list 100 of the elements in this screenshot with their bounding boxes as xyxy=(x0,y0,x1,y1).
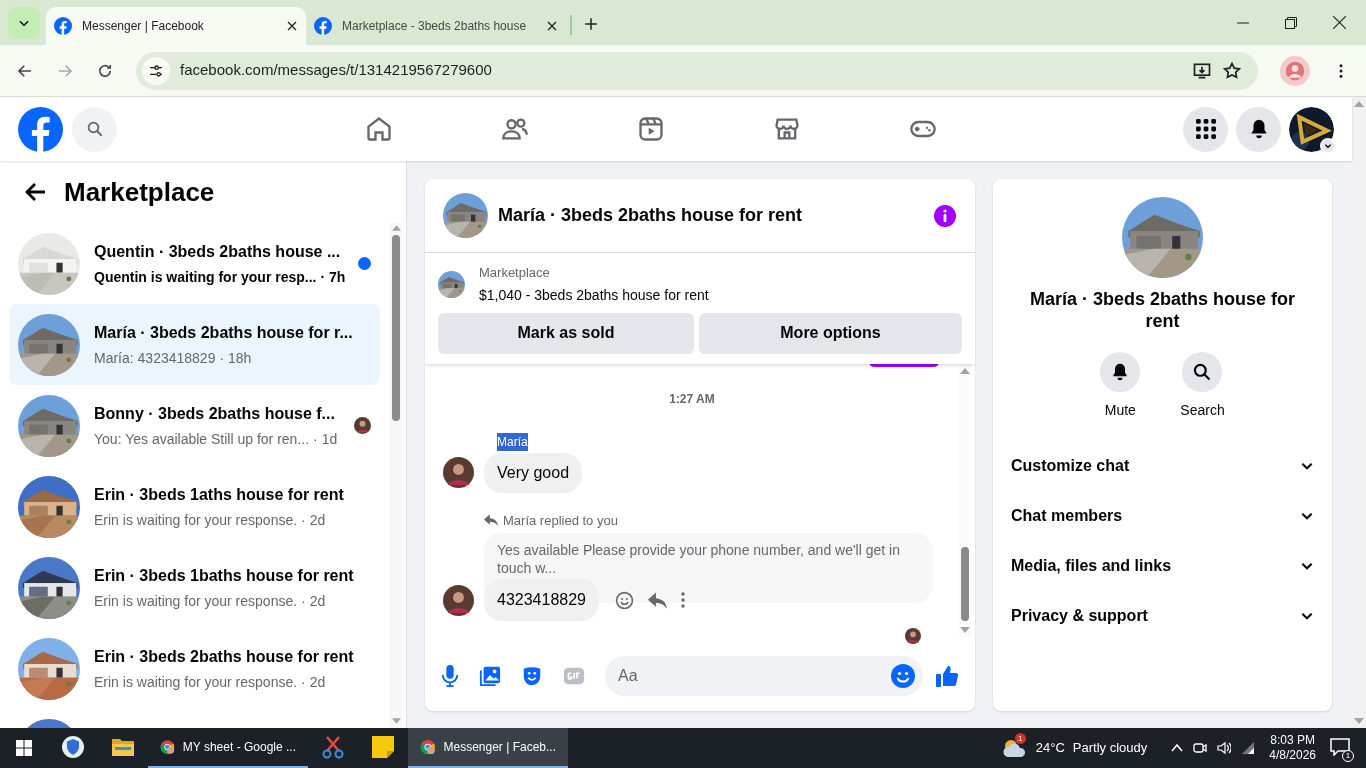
taskbar-app[interactable]: MY sheet - Google ... xyxy=(148,728,308,768)
message-preview: Erin is waiting for your response. xyxy=(94,672,298,692)
conversation-title: Erin · 3beds 2baths house for rent xyxy=(94,646,355,667)
search-icon xyxy=(1192,362,1213,382)
reply-icon xyxy=(484,514,498,527)
profile-button[interactable] xyxy=(1280,55,1310,86)
menu-button[interactable] xyxy=(1183,106,1228,152)
notification-icon[interactable] xyxy=(1330,738,1350,756)
person-icon xyxy=(1285,60,1305,81)
notification-count: 1 xyxy=(1342,750,1354,762)
conversation-item[interactable]: Erin · 3beds 2baths house for rent Erin is waiting for your response. · 2d xyxy=(9,628,380,709)
conversation-item[interactable]: María · 3beds 2baths house for r... María: 4323418829 · 18h xyxy=(9,304,380,385)
folder-icon[interactable] xyxy=(111,736,135,758)
page-scrollbar[interactable] xyxy=(1352,97,1366,728)
message-time: · 1d xyxy=(313,429,338,449)
action-button[interactable]: More options xyxy=(699,312,962,354)
mute-button[interactable] xyxy=(1100,352,1141,392)
home-icon[interactable] xyxy=(365,115,393,143)
info-icon[interactable] xyxy=(933,203,957,228)
chevron-up-icon[interactable] xyxy=(1171,742,1184,754)
volume-icon[interactable] xyxy=(1217,741,1232,755)
facebook-logo-icon[interactable] xyxy=(18,106,63,152)
url-text: facebook.com/messages/t/1314219567279600 xyxy=(180,60,493,81)
notifications-button[interactable] xyxy=(1236,106,1281,152)
app-title: MY sheet - Google ... xyxy=(182,739,296,756)
scroll-up-icon xyxy=(960,367,970,374)
scrollbar[interactable] xyxy=(959,363,971,637)
emoji-icon[interactable] xyxy=(615,590,634,610)
sticker-icon[interactable] xyxy=(521,665,543,687)
star-icon[interactable] xyxy=(1222,60,1242,81)
message-bubble: Very good xyxy=(484,452,583,493)
close-icon[interactable] xyxy=(1333,16,1346,29)
section-header[interactable]: Chat members xyxy=(1001,491,1324,541)
scroll-down-icon xyxy=(960,627,970,633)
conversation-item[interactable]: Erin · 3beds 1baths house for rent Erin is waiting for your response. · 2d xyxy=(9,547,380,628)
weather-badge: 1 xyxy=(1014,733,1026,744)
section-header[interactable]: Privacy & support xyxy=(1001,591,1324,641)
windows-icon[interactable] xyxy=(16,740,32,756)
close-icon[interactable] xyxy=(546,20,558,32)
read-receipt-avatar xyxy=(905,628,921,644)
new-tab-icon[interactable] xyxy=(584,17,598,31)
conversation-title: Erin · 3beds 1baths house for rent xyxy=(94,565,355,586)
scroll-thumb[interactable] xyxy=(392,235,400,421)
scissors-icon[interactable] xyxy=(322,735,344,759)
scrollbar[interactable] xyxy=(390,223,402,728)
scroll-thumb[interactable] xyxy=(961,547,969,621)
section-title: Media, files and links xyxy=(1011,556,1173,576)
browser-tab[interactable]: Marketplace - 3beds 2baths house xyxy=(306,7,566,45)
message-preview: María: 4323418829 xyxy=(94,348,216,368)
search-button[interactable] xyxy=(1182,352,1223,392)
wifi-icon[interactable] xyxy=(1241,741,1256,755)
sender-name: María xyxy=(497,432,528,451)
browser-tab[interactable]: Messenger | Facebook xyxy=(46,7,306,45)
message-input[interactable]: Aa xyxy=(605,656,923,696)
conversation-title: Quentin · 3beds 2baths house ... xyxy=(94,241,342,262)
clock-date: 4/8/2026 xyxy=(1269,748,1316,763)
conversation-item[interactable]: Quentin · 3beds 2baths house ... Quentin is waiting for your resp... · 7h xyxy=(9,223,380,304)
conversation-title: Bonny · 3beds 2baths house f... xyxy=(94,403,336,424)
section-title: Privacy & support xyxy=(1011,606,1149,626)
image-icon[interactable] xyxy=(479,665,501,687)
conversation-item[interactable]: Erin · 3beds 1aths house for rent Erin is waiting for your response. · 2d xyxy=(9,466,380,547)
restore-icon[interactable] xyxy=(1285,16,1297,29)
sticky-note-icon[interactable] xyxy=(372,736,394,758)
grid-menu-icon xyxy=(1195,119,1216,139)
section-title: Customize chat xyxy=(1011,456,1131,476)
temperature: 24°C xyxy=(1035,739,1065,758)
close-icon[interactable] xyxy=(286,20,298,32)
message-preview: Erin is waiting for your response. xyxy=(94,510,298,530)
message-bubble xyxy=(869,361,939,367)
section-header[interactable]: Media, files and links xyxy=(1001,541,1324,591)
shield-icon[interactable] xyxy=(61,735,85,759)
action-label: Mute xyxy=(1104,401,1136,420)
chat-title: María · 3beds 2baths house for rent xyxy=(498,204,804,227)
seen-avatar xyxy=(354,417,371,434)
thumbs-up-icon[interactable] xyxy=(935,664,959,688)
weather-text: Partly cloudy xyxy=(1072,739,1148,758)
message-time: · 2d xyxy=(301,591,326,611)
taskbar-app[interactable]: Messenger | Faceb... xyxy=(408,728,568,768)
tab-title: Messenger | Facebook xyxy=(82,18,205,35)
listing-title[interactable]: $1,040 - 3beds 2baths house for rent xyxy=(479,284,709,306)
sidebar-title: Marketplace xyxy=(64,175,215,209)
address-bar[interactable]: facebook.com/messages/t/1314219567279600 xyxy=(136,51,1258,90)
reply-icon[interactable] xyxy=(648,591,667,609)
weather-icon xyxy=(1001,737,1028,759)
facebook-icon xyxy=(54,17,72,35)
scroll-down-icon xyxy=(1354,718,1364,724)
emoji-icon[interactable] xyxy=(891,664,915,688)
conversation-title: María · 3beds 2baths house for r... xyxy=(94,322,354,343)
app-title: Messenger | Faceb... xyxy=(443,739,556,756)
section-header[interactable]: Customize chat xyxy=(1001,441,1324,491)
video-icon[interactable] xyxy=(637,115,665,143)
message-time: · 2d xyxy=(301,672,326,692)
scroll-down-icon xyxy=(391,718,401,724)
microphone-icon[interactable] xyxy=(441,665,459,687)
camera-icon[interactable] xyxy=(1193,741,1208,755)
message-time: · 7h xyxy=(320,267,346,287)
conversation-item[interactable]: Bonny · 3beds 2baths house f... You: Yes available Still up for ren... · 1d xyxy=(9,385,380,466)
message-preview: Erin is waiting for your response. xyxy=(94,591,298,611)
site-info-button[interactable] xyxy=(142,56,170,85)
action-button[interactable]: Mark as sold xyxy=(438,312,694,354)
